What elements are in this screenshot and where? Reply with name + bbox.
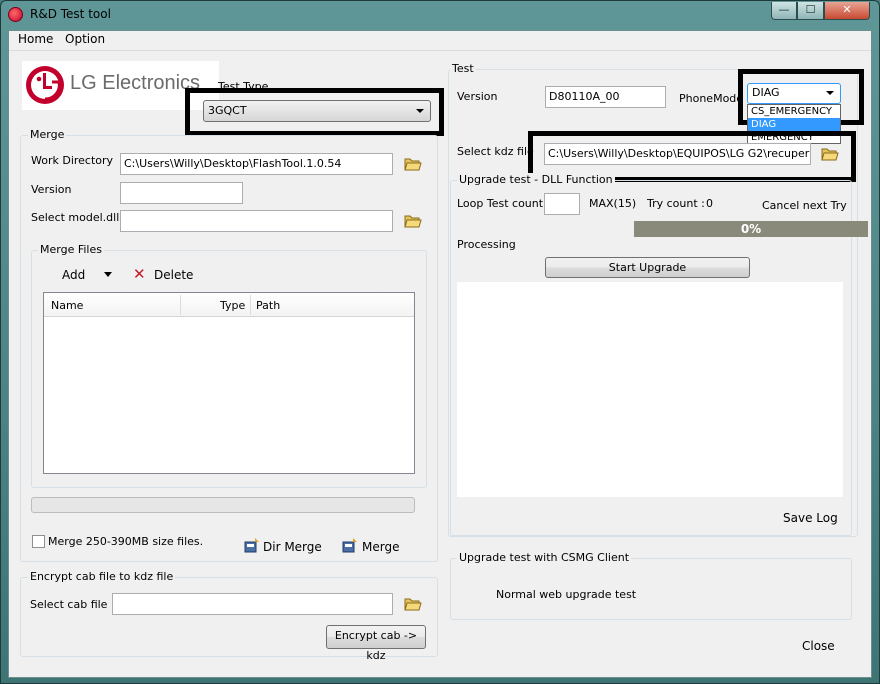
lg-logo-text: LG Electronics xyxy=(70,72,201,94)
test-version-label: Version xyxy=(457,90,498,103)
window-title: R&D Test tool xyxy=(30,7,111,21)
work-directory-field[interactable]: C:\Users\Willy\Desktop\FlashTool.1.0.54 xyxy=(120,153,393,175)
delete-x-icon[interactable]: ✕ xyxy=(133,265,146,283)
loop-test-label: Loop Test count xyxy=(457,197,544,210)
phone-mode-select[interactable]: DIAG xyxy=(747,83,841,104)
csmg-group-label: Upgrade test with CSMG Client xyxy=(457,551,632,564)
menu-option[interactable]: Option xyxy=(63,32,107,46)
merge-files-table[interactable]: Name Type Path xyxy=(43,292,415,474)
phone-mode-value: DIAG xyxy=(752,86,780,99)
close-button[interactable]: Close xyxy=(802,639,835,653)
column-name[interactable]: Name xyxy=(51,299,83,312)
table-header: Name Type Path xyxy=(44,293,414,317)
app-icon xyxy=(8,7,23,22)
merge-size-checkbox[interactable] xyxy=(32,535,45,548)
version-label: Version xyxy=(31,183,72,196)
select-model-label: Select model.dll xyxy=(31,211,120,224)
column-divider xyxy=(180,295,181,315)
try-count-value: 0 xyxy=(706,197,713,210)
add-button[interactable]: Add xyxy=(62,268,85,282)
option-diag[interactable]: DIAG xyxy=(748,118,840,131)
upgrade-progress-text: 0% xyxy=(740,222,762,236)
column-divider xyxy=(250,295,251,315)
select-model-field[interactable] xyxy=(120,210,393,232)
select-kdz-label: Select kdz file xyxy=(457,145,534,158)
minimize-button[interactable]: — xyxy=(771,2,797,20)
phone-mode-label: PhoneMode xyxy=(679,92,744,105)
column-path[interactable]: Path xyxy=(256,299,280,312)
chevron-down-icon xyxy=(826,91,834,95)
test-group-label: Test xyxy=(450,62,476,75)
test-type-value: 3GQCT xyxy=(208,104,247,117)
merge-progress-bar xyxy=(31,497,415,513)
close-window-button[interactable]: ✕ xyxy=(824,2,870,20)
delete-button[interactable]: Delete xyxy=(154,268,193,282)
open-folder-icon[interactable] xyxy=(404,156,422,172)
chevron-down-icon xyxy=(416,109,424,113)
open-folder-icon[interactable] xyxy=(404,213,422,229)
option-cs-emergency[interactable]: CS_EMERGENCY xyxy=(748,105,840,118)
menu-home[interactable]: Home xyxy=(16,32,55,46)
dir-merge-button[interactable]: Dir Merge xyxy=(263,540,322,554)
loop-test-field[interactable] xyxy=(544,193,580,215)
select-cab-field[interactable] xyxy=(112,593,393,615)
merge-button[interactable]: Merge xyxy=(362,540,399,554)
try-count-label: Try count : xyxy=(647,197,705,210)
dir-merge-icon[interactable] xyxy=(244,537,260,553)
upgrade-dll-label: Upgrade test - DLL Function xyxy=(457,173,615,186)
column-type[interactable]: Type xyxy=(220,299,245,312)
work-directory-label: Work Directory xyxy=(31,154,114,167)
menu-bar: Home Option xyxy=(9,31,871,51)
merge-size-checkbox-label: Merge 250-390MB size files. xyxy=(48,535,204,548)
test-type-select[interactable]: 3GQCT xyxy=(203,100,431,122)
select-kdz-field[interactable]: C:\Users\Willy\Desktop\EQUIPOS\LG G2\rec… xyxy=(544,143,811,165)
open-folder-icon[interactable] xyxy=(821,146,839,162)
select-cab-label: Select cab file xyxy=(30,598,108,611)
lg-logo-icon xyxy=(26,66,64,104)
cancel-next-try-button[interactable]: Cancel next Try xyxy=(762,199,847,212)
max-label: MAX(15) xyxy=(589,197,637,210)
log-output-area[interactable] xyxy=(457,282,843,497)
start-upgrade-button[interactable]: Start Upgrade xyxy=(545,257,750,278)
upgrade-progress-bar: 0% xyxy=(634,221,868,237)
save-log-button[interactable]: Save Log xyxy=(783,511,838,525)
maximize-button[interactable]: ☐ xyxy=(797,2,824,20)
test-version-field[interactable]: D80110A_00 xyxy=(545,86,666,108)
version-field[interactable] xyxy=(120,182,243,204)
merge-files-label: Merge Files xyxy=(38,243,104,256)
chevron-down-icon[interactable] xyxy=(104,272,112,277)
normal-web-upgrade-button[interactable]: Normal web upgrade test xyxy=(496,588,636,601)
merge-icon[interactable] xyxy=(342,537,358,553)
processing-label: Processing xyxy=(457,238,516,251)
open-folder-icon[interactable] xyxy=(404,596,422,612)
merge-group-label: Merge xyxy=(28,128,67,141)
encrypt-button[interactable]: Encrypt cab -> kdz xyxy=(326,625,426,662)
title-bar: R&D Test tool — ☐ ✕ xyxy=(0,0,880,30)
encrypt-group-label: Encrypt cab file to kdz file xyxy=(28,570,176,583)
